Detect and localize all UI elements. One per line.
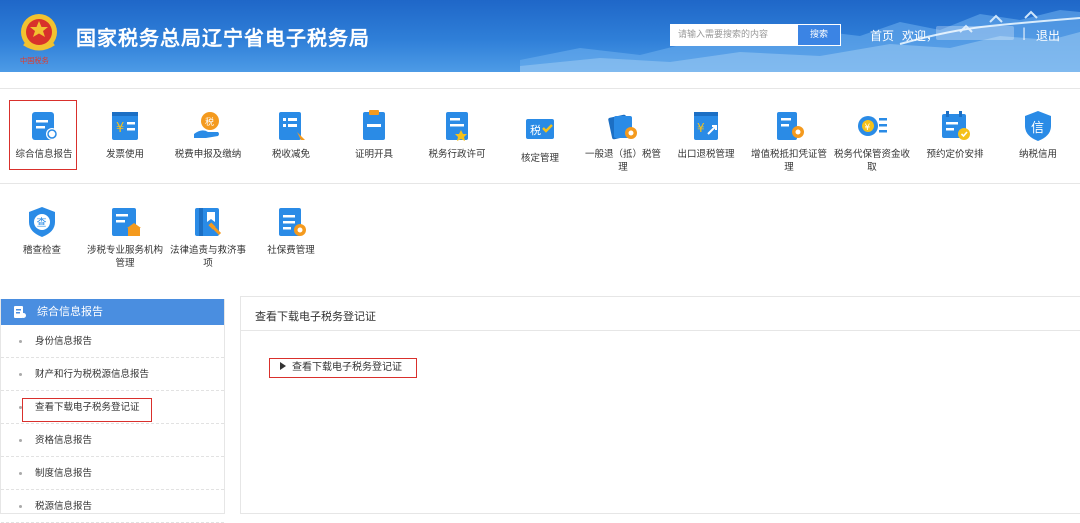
menu-label: 税务代保管资金收取 — [833, 149, 910, 173]
national-emblem-icon — [21, 14, 57, 51]
menu-label: 证明开具 — [354, 149, 393, 160]
link-label: 查看下载电子税务登记证 — [292, 362, 402, 373]
menu-item-admin-permit[interactable]: 税务行政许可 — [417, 108, 497, 161]
menu-item-agency-management[interactable]: 涉税专业服务机构管理 — [85, 204, 165, 270]
nav-welcome-text: 欢迎， — [902, 29, 939, 43]
menu-item-assessment[interactable]: 税 核定管理 — [500, 112, 580, 165]
menu-label: 稽查检查 — [22, 245, 61, 256]
triangle-right-icon — [280, 362, 286, 370]
sidebar-header[interactable]: 综合信息报告 — [1, 299, 224, 325]
menu-item-tax-payment[interactable]: 税 税费申报及缴纳 — [168, 108, 248, 161]
sidebar-item-label: 身份信息报告 — [35, 336, 93, 347]
custody-fund-icon: ¥ — [858, 116, 887, 136]
logout-link[interactable]: 退出 — [1036, 27, 1060, 44]
menu-label: 一般退（抵）税管理 — [584, 149, 661, 173]
svg-text:信: 信 — [1031, 121, 1044, 136]
sidebar-item-property-tax-report[interactable]: 财产和行为税税源信息报告 — [1, 358, 224, 391]
social-security-icon — [279, 208, 306, 236]
menu-item-certificate[interactable]: 证明开具 — [334, 108, 414, 161]
menu-item-legal-relief[interactable]: 法律追责与救济事项 — [168, 204, 248, 270]
pricing-arrangement-icon — [942, 111, 970, 140]
menu-label: 纳税信用 — [1018, 149, 1057, 160]
menu-label: 社保费管理 — [267, 245, 315, 256]
menu-label: 增值税抵扣凭证管理 — [750, 149, 827, 173]
menu-item-custody-fund[interactable]: ¥ 税务代保管资金收取 — [832, 108, 912, 174]
menu-label: 税费申报及缴纳 — [174, 149, 242, 160]
svg-text:税: 税 — [530, 123, 541, 137]
export-refund-icon: ¥ — [694, 112, 718, 140]
main-panel: 查看下载电子税务登记证 查看下载电子税务登记证 — [240, 296, 1080, 514]
sidebar-item-label: 财产和行为税税源信息报告 — [35, 369, 150, 380]
admin-permit-icon — [446, 112, 468, 141]
menu-label: 核定管理 — [520, 153, 559, 164]
sidebar-header-label: 综合信息报告 — [37, 305, 103, 318]
page-title: 查看下载电子税务登记证 — [241, 297, 1080, 331]
site-header: 中国税务 国家税务总局辽宁省电子税务局 请输入需要搜索的内容 搜索 首页 欢迎，… — [0, 0, 1080, 72]
tax-payment-icon: 税 — [194, 112, 219, 138]
sidebar-item-label: 资格信息报告 — [35, 435, 93, 446]
menu-label: 税收减免 — [271, 149, 310, 160]
vat-deduction-icon — [777, 112, 804, 140]
sidebar-item-label: 税源信息报告 — [35, 501, 93, 512]
sidebar-item-label: 制度信息报告 — [35, 468, 93, 479]
menu-item-tax-credit[interactable]: 信 纳税信用 — [998, 108, 1078, 161]
menu-item-refund[interactable]: 一般退（抵）税管理 — [583, 108, 663, 174]
bullet-icon — [19, 373, 22, 376]
svg-text:¥: ¥ — [865, 123, 871, 133]
report-icon — [14, 306, 26, 318]
svg-text:¥: ¥ — [116, 121, 124, 136]
menu-label: 发票使用 — [105, 149, 144, 160]
menu-item-vat-deduction[interactable]: 增值税抵扣凭证管理 — [749, 108, 829, 174]
svg-text:税: 税 — [205, 116, 214, 128]
assessment-icon: 税 — [526, 119, 554, 139]
bullet-icon — [19, 439, 22, 442]
menu-item-tax-reduction[interactable]: 税收减免 — [251, 108, 331, 161]
tax-credit-icon: 信 — [1025, 111, 1051, 141]
menu-item-social-security[interactable]: 社保费管理 — [251, 204, 331, 257]
sidebar-item-identity-report[interactable]: 身份信息报告 — [1, 325, 224, 358]
menu-item-pricing-arrangement[interactable]: 预约定价安排 — [915, 108, 995, 161]
seal-text: 中国税务 — [20, 56, 49, 65]
menu-label: 涉税专业服务机构管理 — [86, 245, 163, 269]
certificate-icon — [363, 110, 385, 140]
menu-item-export-refund[interactable]: ¥ 出口退税管理 — [666, 108, 746, 161]
sidebar-item-system-report[interactable]: 制度信息报告 — [1, 457, 224, 490]
menu-item-inspection[interactable]: 查 稽查检查 — [2, 204, 82, 257]
sidebar-selected-highlight-frame — [22, 398, 152, 422]
menu-label: 税务行政许可 — [428, 149, 486, 160]
inspection-icon: 查 — [29, 207, 55, 237]
menu-label: 法律追责与救济事项 — [169, 245, 246, 269]
search-button[interactable]: 搜索 — [797, 24, 841, 46]
sidebar-item-tax-source-report[interactable]: 税源信息报告 — [1, 490, 224, 523]
svg-text:¥: ¥ — [697, 121, 705, 135]
bullet-icon — [19, 505, 22, 508]
svg-text:查: 查 — [37, 216, 47, 229]
view-download-certificate-link[interactable]: 查看下载电子税务登记证 — [269, 358, 417, 378]
search-input[interactable]: 请输入需要搜索的内容 — [670, 24, 798, 46]
nav-separator: | — [1022, 26, 1027, 40]
bullet-icon — [19, 472, 22, 475]
agency-management-icon — [112, 208, 141, 236]
site-title: 国家税务总局辽宁省电子税务局 — [76, 26, 370, 50]
bullet-icon — [19, 340, 22, 343]
sidebar-item-qualification-report[interactable]: 资格信息报告 — [1, 424, 224, 457]
tax-reduction-icon — [279, 112, 305, 140]
menu-label: 出口退税管理 — [677, 149, 735, 160]
menu-item-invoice[interactable]: ¥ 发票使用 — [85, 108, 165, 161]
menu-label: 预约定价安排 — [926, 149, 984, 160]
redacted-username — [936, 26, 1014, 40]
nav-home-link[interactable]: 首页 — [870, 27, 894, 44]
legal-relief-icon — [195, 208, 222, 236]
selected-highlight-frame — [9, 100, 77, 170]
refund-icon — [608, 114, 637, 140]
invoice-icon: ¥ — [112, 112, 138, 140]
